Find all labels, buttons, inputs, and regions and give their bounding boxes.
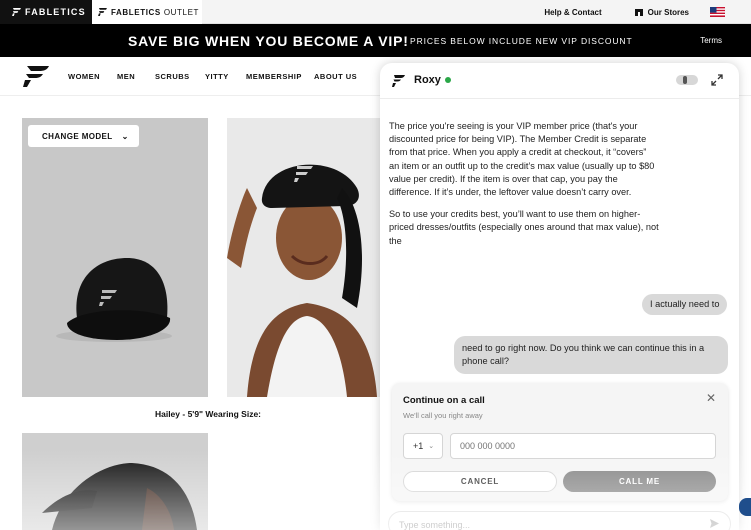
product-image-model[interactable] [227,118,387,397]
change-model-button[interactable]: CHANGE MODEL ⌄ [28,125,139,147]
accessibility-tab[interactable] [739,498,751,516]
chat-agent-name: Roxy [414,74,441,86]
nav-item-men[interactable]: MEN [117,72,135,81]
expand-icon[interactable] [711,74,723,86]
call-card-subtitle: We'll call you right away [403,411,483,420]
nav-item-membership[interactable]: MEMBERSHIP [246,72,302,81]
fabletics-f-icon [392,75,405,87]
store-icon [634,8,643,16]
country-code-value: +1 [413,441,424,451]
fabletics-f-icon [98,8,107,16]
agent-message-paragraph: The price you're seeing is your VIP memb… [389,121,655,198]
nav-item-yitty[interactable]: YITTY [205,72,229,81]
call-card-title: Continue on a call [403,395,485,406]
online-status-icon [445,77,451,83]
us-flag-icon[interactable] [710,7,725,17]
fabletics-f-icon [12,8,21,16]
chat-header: Roxy [380,63,739,99]
model-size-caption: Hailey - 5'9" Wearing Size: [154,409,262,419]
call-me-button[interactable]: CALL ME [563,471,716,492]
change-model-label: CHANGE MODEL [42,131,113,141]
vip-banner: SAVE BIG WHEN YOU BECOME A VIP! PRICES B… [0,24,751,57]
fabletics-logo-icon[interactable] [22,64,50,88]
chevron-down-icon: ⌄ [428,443,435,450]
nav-item-women[interactable]: WOMEN [68,72,100,81]
message-input[interactable]: Type something... [399,520,470,530]
brand-tab-label: FABLETICS [25,7,86,17]
user-message: I actually need to [642,294,728,315]
chat-widget: Roxy The price you're seeing is your VIP… [380,63,739,530]
product-image-cap[interactable] [22,118,208,397]
cap-illustration [56,258,172,342]
outlet-site-tab[interactable]: FABLETICS OUTLET [92,0,202,24]
agent-message-paragraph: So to use your credits best, you’ll want… [389,209,659,246]
cap-back-illustration [42,463,197,530]
close-icon[interactable]: ✕ [706,391,716,405]
chat-mode-toggle[interactable] [676,75,698,85]
send-icon[interactable] [709,518,720,529]
chat-compose[interactable]: Type something... [388,511,731,530]
terms-link[interactable]: Terms [700,36,722,45]
phone-number-input[interactable] [450,433,716,459]
top-utility-bar: FABLETICS FABLETICS OUTLET Help & Contac… [0,0,751,24]
country-code-select[interactable]: +1 ⌄ [403,433,443,459]
vip-headline: SAVE BIG WHEN YOU BECOME A VIP! [128,33,409,49]
cancel-button[interactable]: CANCEL [403,471,557,492]
vip-subtext: PRICES BELOW INCLUDE NEW VIP DISCOUNT [410,36,633,46]
our-stores-link[interactable]: Our Stores [634,8,689,17]
chevron-down-icon: ⌄ [121,131,129,141]
continue-on-call-card: Continue on a call We'll call you right … [392,383,728,501]
user-message: need to go right now. Do you think we ca… [454,336,728,374]
model-illustration [227,118,387,397]
outlet-tab-suffix: OUTLET [163,7,200,17]
agent-message: The price you're seeing is your VIP memb… [389,120,659,257]
help-contact-link[interactable]: Help & Contact [544,8,601,17]
fabletics-site-tab[interactable]: FABLETICS [0,0,92,24]
outlet-tab-brand: FABLETICS [111,7,161,17]
nav-item-about-us[interactable]: ABOUT US [314,72,357,81]
our-stores-label: Our Stores [647,7,689,17]
product-image-back[interactable] [22,433,208,530]
nav-item-scrubs[interactable]: SCRUBS [155,72,190,81]
